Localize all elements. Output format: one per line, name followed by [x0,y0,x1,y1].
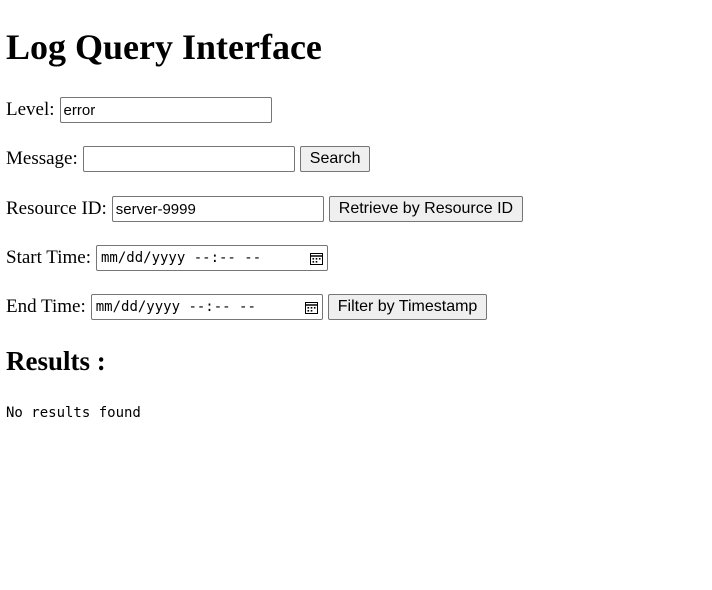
resource-id-label: Resource ID: [6,198,107,219]
page-title: Log Query Interface [6,27,322,67]
resource-id-input[interactable] [111,196,324,222]
start-time-placeholder: mm/dd/yyyy --:-- -- [101,250,262,266]
calendar-icon[interactable] [304,301,318,314]
end-time-row: End Time: mm/dd/yyyy --:-- -- Filter by … [6,293,488,321]
search-button[interactable]: Search [299,146,371,172]
start-time-row: Start Time: mm/dd/yyyy --:-- -- [6,244,328,272]
resource-row: Resource ID: Retrieve by Resource ID [6,195,524,223]
level-label: Level: [6,99,55,120]
end-time-input[interactable]: mm/dd/yyyy --:-- -- [90,294,323,320]
log-query-page: Log Query Interface Level: Message: Sear… [0,0,712,590]
message-input[interactable] [82,146,295,172]
filter-by-timestamp-button[interactable]: Filter by Timestamp [327,294,488,320]
message-row: Message: Search [6,145,371,173]
calendar-icon[interactable] [310,252,323,265]
start-time-input[interactable]: mm/dd/yyyy --:-- -- [96,245,328,271]
results-heading: Results : [6,346,106,376]
retrieve-by-resource-id-button[interactable]: Retrieve by Resource ID [328,196,524,222]
results-message: No results found [6,405,141,421]
level-input[interactable] [59,97,272,123]
message-label: Message: [6,148,78,169]
end-time-placeholder: mm/dd/yyyy --:-- -- [95,299,256,315]
end-time-label: End Time: [6,296,86,317]
start-time-label: Start Time: [6,247,91,268]
level-row: Level: [6,96,272,124]
